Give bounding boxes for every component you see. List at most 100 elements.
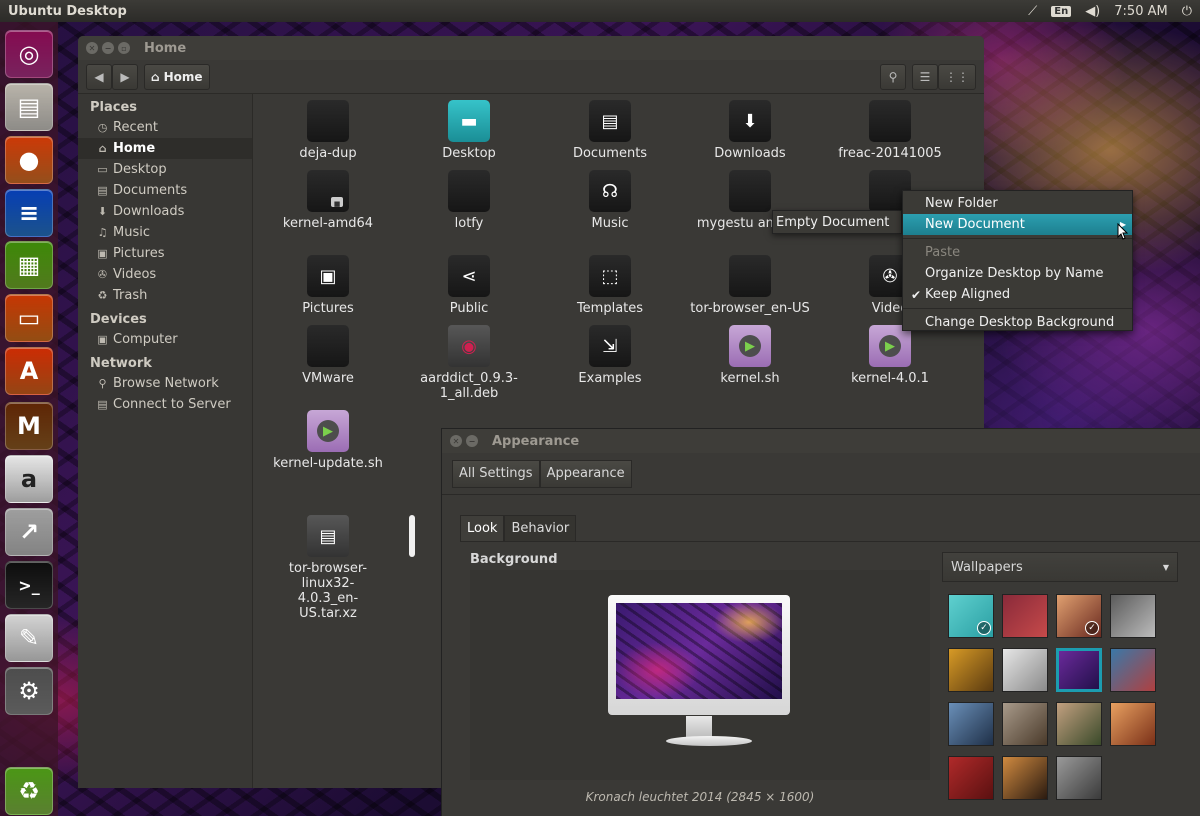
sidebar-item-connect-to-server[interactable]: ▤ Connect to Server (78, 394, 252, 415)
wallpaper-thumbnail[interactable] (948, 702, 994, 746)
writer-launcher-item[interactable]: ≡ (5, 189, 53, 237)
wallpaper-thumbnail[interactable] (1002, 756, 1048, 800)
video-editor-launcher-item[interactable]: M (5, 402, 53, 450)
wallpaper-thumbnail[interactable] (1056, 648, 1102, 692)
wallpaper-source-dropdown[interactable]: Wallpapers ▼ (942, 552, 1178, 582)
sidebar-item-browse-network[interactable]: ⚲ Browse Network (78, 373, 252, 394)
desktop-icon: ▬ (448, 100, 490, 142)
wallpaper-thumbnail[interactable] (1110, 594, 1156, 638)
file-item[interactable]: ▬ Desktop (409, 100, 529, 161)
dash-launcher-item[interactable]: ◎ (5, 30, 53, 78)
wallpaper-thumbnail[interactable]: ✓ (1056, 594, 1102, 638)
system-monitor-launcher-item[interactable]: ↗ (5, 508, 53, 556)
file-item[interactable]: ▶ kernel-update.sh (268, 410, 388, 471)
sidebar-item-label: Videos (113, 267, 157, 282)
search-button[interactable]: ⚲ (880, 63, 906, 90)
minimize-icon[interactable]: − (102, 42, 114, 54)
sidebar-item-trash[interactable]: ♻ Trash (78, 285, 252, 306)
wallpaper-thumbnail[interactable] (1056, 756, 1102, 800)
impress-launcher-item[interactable]: ▭ (5, 294, 53, 342)
sidebar-item-desktop[interactable]: ▭ Desktop (78, 159, 252, 180)
amazon-launcher-item[interactable]: a (5, 455, 53, 503)
wallpaper-preview-screen (616, 603, 782, 699)
file-item[interactable]: ▶ kernel-4.0.1 (830, 325, 950, 386)
file-item[interactable]: ⬚ Templates (550, 255, 670, 316)
appearance-breadcrumb-button[interactable]: Appearance (539, 459, 632, 488)
file-item[interactable]: VMware (268, 325, 388, 386)
files-launcher-item[interactable]: ▤ (5, 83, 53, 131)
power-icon[interactable]: ⏻ (1182, 4, 1192, 19)
clock[interactable]: 7:50 AM (1114, 4, 1167, 19)
terminal-launcher-item[interactable]: >_ (5, 561, 53, 609)
file-item[interactable]: freac-20141005 (830, 100, 950, 161)
file-item[interactable]: lotfy (409, 170, 529, 231)
sidebar-item-documents[interactable]: ▤ Documents (78, 180, 252, 201)
sidebar-item-music[interactable]: ♫ Music (78, 222, 252, 243)
file-item[interactable]: deja-dup (268, 100, 388, 161)
keyboard-layout-indicator[interactable]: En (1051, 5, 1072, 17)
file-item[interactable]: ■ kernel-amd64 (268, 170, 388, 231)
calc-launcher-item[interactable]: ▦ (5, 241, 53, 289)
file-item[interactable]: tor-browser_en-US (690, 255, 810, 316)
software-center-launcher-item[interactable]: A (5, 347, 53, 395)
wallpaper-thumbnail[interactable] (948, 648, 994, 692)
minimize-icon[interactable]: − (466, 435, 478, 447)
tab-look[interactable]: Look (460, 515, 505, 541)
paste-item: Paste (925, 245, 961, 260)
wallpaper-thumbnail[interactable]: ✓ (948, 594, 994, 638)
forward-arrow-icon: ▶ (120, 69, 130, 84)
file-item-label: kernel.sh (720, 371, 780, 386)
file-item[interactable]: ⇲ Examples (550, 325, 670, 386)
file-item[interactable]: ▤ Documents (550, 100, 670, 161)
sidebar-item-pictures[interactable]: ▣ Pictures (78, 243, 252, 264)
back-button[interactable]: ◀ (86, 63, 112, 90)
wallpaper-thumbnail[interactable] (1110, 648, 1156, 692)
file-item[interactable]: ⋖ Public (409, 255, 529, 316)
text-editor-launcher-item[interactable]: ✎ (5, 614, 53, 662)
sidebar-item-downloads[interactable]: ⬇ Downloads (78, 201, 252, 222)
back-arrow-icon: ◀ (94, 69, 104, 84)
sidebar-item-label: Desktop (113, 162, 167, 177)
path-bar-home[interactable]: ⌂ Home (144, 63, 210, 90)
wallpaper-thumbnail[interactable] (948, 756, 994, 800)
file-item[interactable]: ☊ Music (550, 170, 670, 231)
wallpaper-thumbnail[interactable] (1002, 702, 1048, 746)
list-view-button[interactable]: ☰ (912, 63, 938, 90)
sidebar-item-videos[interactable]: ✇ Videos (78, 264, 252, 285)
wallpaper-thumbnail[interactable] (1110, 702, 1156, 746)
sidebar-item-recent[interactable]: ◷ Recent (78, 117, 252, 138)
file-item[interactable]: ▶ kernel.sh (690, 325, 810, 386)
volume-icon[interactable]: ◀) (1085, 4, 1100, 19)
keep-aligned-item[interactable]: ✔ Keep Aligned (903, 284, 1132, 305)
file-item[interactable]: ⬇ Downloads (690, 100, 810, 161)
all-settings-button[interactable]: All Settings (452, 459, 540, 488)
files-titlebar: ✕ − ▫ Home (78, 36, 984, 60)
impress-icon: ▭ (17, 304, 41, 332)
active-window-title: Ubuntu Desktop (8, 3, 127, 19)
organize-by-name-item[interactable]: Organize Desktop by Name (903, 263, 1132, 284)
network-icon[interactable]: ⟋ (1028, 4, 1037, 19)
wallpaper-thumbnail[interactable] (1002, 648, 1048, 692)
forward-button[interactable]: ▶ (112, 63, 138, 90)
wallpaper-thumbnail[interactable] (1002, 594, 1048, 638)
view-options-button[interactable]: ⋮⋮ (938, 63, 976, 90)
sidebar-item-computer[interactable]: ▣ Computer (78, 329, 252, 350)
close-icon[interactable]: ✕ (86, 42, 98, 54)
mouse-pointer-icon (1117, 223, 1129, 240)
firefox-launcher-item[interactable]: ● (5, 136, 53, 184)
new-document-item[interactable]: New Document ▶ (903, 214, 1132, 235)
settings-launcher-item[interactable]: ⚙ (5, 667, 53, 715)
close-icon[interactable]: ✕ (450, 435, 462, 447)
empty-document-item[interactable]: Empty Document (776, 215, 889, 230)
sidebar-item-home[interactable]: ⌂ Home (78, 138, 252, 159)
file-item[interactable]: ◉ aarddict_0.9.3-1_all.deb (409, 325, 529, 401)
file-item[interactable]: ▣ Pictures (268, 255, 388, 316)
tab-behavior[interactable]: Behavior (504, 515, 577, 541)
menu-separator (903, 308, 1132, 309)
new-folder-item[interactable]: New Folder (903, 193, 1132, 214)
change-background-item[interactable]: Change Desktop Background (903, 312, 1132, 333)
maximize-icon[interactable]: ▫ (118, 42, 130, 54)
trash-launcher-item[interactable]: ♻ (5, 767, 53, 815)
wallpaper-thumbnail[interactable] (1056, 702, 1102, 746)
file-item[interactable]: ▤ tor-browser-linux32-4.0.3_en-US.tar.xz (268, 515, 388, 621)
